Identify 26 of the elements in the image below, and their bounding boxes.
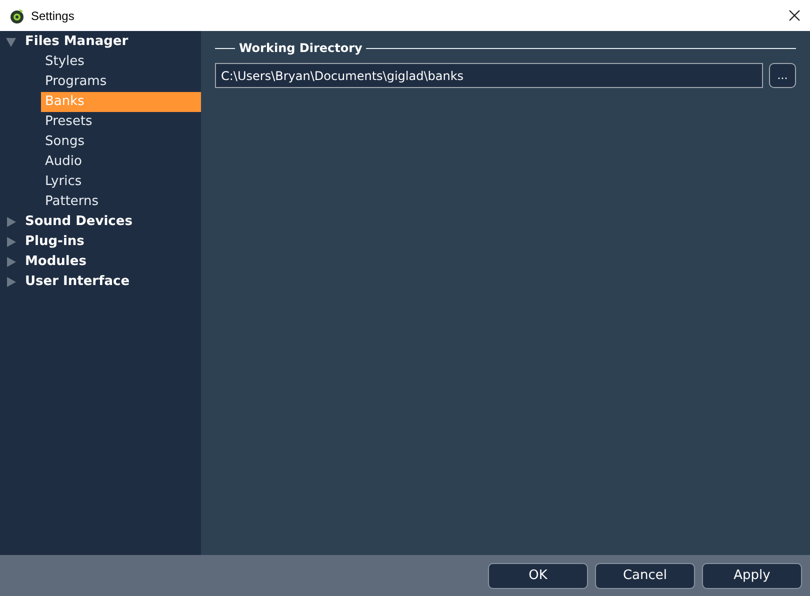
dialog-button[interactable]: OK [488,562,588,588]
triangle-right-icon[interactable] [6,217,16,227]
window-title: Settings [31,8,74,24]
triangle-right-icon[interactable] [6,237,16,247]
tree-item[interactable]: Files Manager [25,32,128,52]
tree-item[interactable]: Plug-ins [25,232,84,252]
triangle-right-icon[interactable] [6,277,16,287]
tree-item[interactable]: Lyrics [41,172,201,192]
tree-item[interactable]: Modules [25,252,86,272]
tree-item[interactable]: Presets [41,112,201,132]
tree-item[interactable]: Songs [41,132,201,152]
tree-item[interactable]: Styles [41,52,201,72]
app-logo-icon [9,8,25,24]
close-icon[interactable] [789,10,800,21]
triangle-right-icon[interactable] [6,257,16,267]
browse-button[interactable]: ... [769,63,796,88]
directory-field[interactable]: C:\Users\Bryan\Documents\giglad\banks [215,63,763,88]
triangle-down-icon[interactable] [6,37,16,47]
dialog-button[interactable]: Apply [702,562,802,588]
tree-item[interactable]: Audio [41,152,201,172]
tree-item[interactable]: Sound Devices [25,212,132,232]
tree-item[interactable]: Patterns [41,192,201,212]
group-title: Working Directory [238,40,364,57]
dialog-button[interactable]: Cancel [595,562,695,588]
tree-item[interactable]: User Interface [25,272,130,292]
tree-item[interactable]: Programs [41,72,201,92]
